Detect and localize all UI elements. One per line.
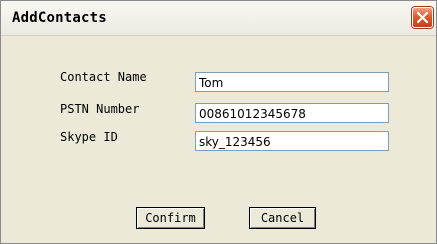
- skype-id-label: Skype ID: [60, 130, 118, 144]
- skype-id-input[interactable]: [195, 131, 389, 151]
- add-contacts-dialog: AddContacts Contact Name PSTN Number Sky…: [0, 0, 437, 244]
- contact-name-input[interactable]: [195, 72, 389, 92]
- close-button[interactable]: [412, 7, 433, 28]
- title-bar[interactable]: AddContacts: [1, 1, 436, 36]
- close-x-icon: [416, 11, 429, 24]
- pstn-number-label: PSTN Number: [60, 102, 140, 116]
- cancel-button[interactable]: Cancel: [249, 207, 316, 229]
- pstn-number-input[interactable]: [195, 103, 389, 123]
- contact-name-label: Contact Name: [60, 70, 147, 84]
- confirm-button[interactable]: Confirm: [136, 207, 205, 229]
- dialog-title: AddContacts: [12, 10, 107, 26]
